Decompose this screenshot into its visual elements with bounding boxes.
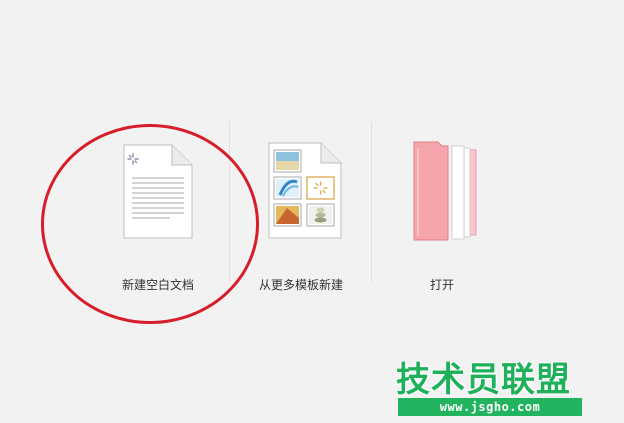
blank-document-icon [123, 144, 193, 239]
new-from-template-label: 从更多模板新建 [258, 278, 343, 292]
divider [229, 122, 230, 282]
new-from-template-button[interactable]: 从更多模板新建 [231, 118, 371, 298]
open-label: 打开 [429, 278, 454, 292]
open-button[interactable]: 打开 [372, 118, 512, 298]
watermark-title: 技术员联盟 [396, 360, 571, 400]
start-page: 新建空白文档 从更多模板新建 打开 技术员联盟 www.jsgho.com [0, 0, 624, 423]
new-blank-document-button[interactable]: 新建空白文档 [88, 118, 228, 298]
watermark-url: www.jsgho.com [398, 398, 582, 416]
template-document-icon [268, 142, 342, 239]
new-blank-document-label: 新建空白文档 [121, 278, 194, 292]
folder-icon [413, 141, 477, 241]
